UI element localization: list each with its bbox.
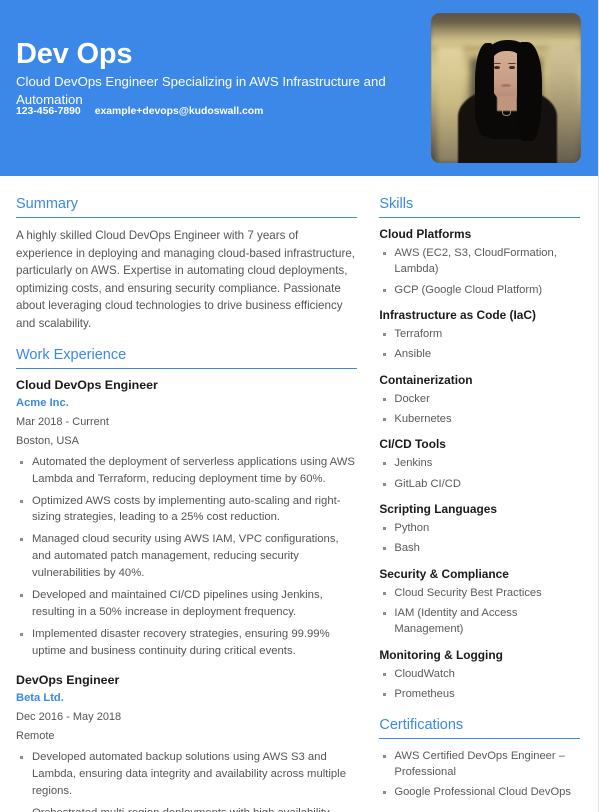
skill-group: CI/CD Tools Jenkins GitLab CI/CD <box>379 437 580 492</box>
photo-eyebrow-right <box>508 62 516 65</box>
section-certifications: Certifications AWS Certified DevOps Engi… <box>379 717 580 801</box>
job-location: Remote <box>16 729 55 742</box>
certification-list: AWS Certified DevOps Engineer – Professi… <box>379 748 580 801</box>
photo-eyebrow-left <box>493 62 501 65</box>
photo-neck <box>497 95 517 111</box>
skill-item: GCP (Google Cloud Platform) <box>379 282 580 298</box>
skill-item: AWS (EC2, S3, CloudFormation, Lambda) <box>379 245 580 278</box>
certification-item: Google Professional Cloud DevOps <box>379 784 580 800</box>
skill-group: Infrastructure as Code (IaC) Terraform A… <box>379 308 580 363</box>
header-banner: Dev Ops Cloud DevOps Engineer Specializi… <box>0 0 598 176</box>
photo-hair-strand-left <box>474 43 494 136</box>
section-work-experience: Work Experience Cloud DevOps Engineer Ac… <box>16 346 358 812</box>
skill-item: IAM (Identity and Access Management) <box>379 605 580 638</box>
skill-item-list: Docker Kubernetes <box>379 391 580 428</box>
contact-email[interactable]: example+devops@kudoswall.com <box>95 106 264 117</box>
skill-group: Scripting Languages Python Bash <box>379 502 580 557</box>
skill-item: Ansible <box>379 346 580 362</box>
summary-heading: Summary <box>16 196 79 212</box>
skill-group-title: Infrastructure as Code (IaC) <box>379 308 536 323</box>
job-bullet: Implemented disaster recovery strategies… <box>16 626 357 660</box>
job-dates: Dec 2016 - May 2018 <box>16 710 122 723</box>
candidate-name: Dev Ops <box>16 38 133 70</box>
skill-group: Monitoring & Logging CloudWatch Promethe… <box>379 648 580 703</box>
job-bullet: Developed automated backup solutions usi… <box>16 749 357 800</box>
section-summary: Summary A highly skilled Cloud DevOps En… <box>16 196 358 333</box>
job-title: Cloud DevOps Engineer <box>16 377 158 392</box>
skill-item: Jenkins <box>379 455 580 471</box>
skill-group-title: Scripting Languages <box>379 502 497 517</box>
photo-hair-strand-right <box>516 41 542 141</box>
job-bullet: Optimized AWS costs by implementing auto… <box>16 493 357 527</box>
portrait-photo <box>431 13 581 163</box>
job-entry: Cloud DevOps Engineer Acme Inc. Mar 2018… <box>16 378 357 660</box>
skill-group: Containerization Docker Kubernetes <box>379 373 580 428</box>
job-bullet: Orchestrated multi-region deployments wi… <box>16 805 357 812</box>
skill-item-list: Cloud Security Best Practices IAM (Ident… <box>379 585 580 638</box>
skill-item: Cloud Security Best Practices <box>379 585 580 601</box>
contact-phone[interactable]: 123-456-7890 <box>16 106 81 117</box>
summary-text: A highly skilled Cloud DevOps Engineer w… <box>16 229 356 331</box>
job-bullet: Managed cloud security using AWS IAM, VP… <box>16 531 357 582</box>
certifications-heading: Certifications <box>379 716 464 733</box>
candidate-headline: Cloud DevOps Engineer Specializing in AW… <box>16 74 386 107</box>
job-dates: Mar 2018 - Current <box>16 415 109 428</box>
photo-necklace <box>501 109 511 116</box>
job-company[interactable]: Beta Ltd. <box>16 692 357 704</box>
photo-lips <box>500 83 512 88</box>
work-experience-heading: Work Experience <box>16 346 127 363</box>
contact-row: 123-456-7890 example+devops@kudoswall.co… <box>16 106 263 117</box>
skill-group-title: Cloud Platforms <box>379 227 472 241</box>
summary-divider <box>16 217 358 218</box>
header-text-block: Dev Ops Cloud DevOps Engineer Specializi… <box>16 38 426 108</box>
skill-group-title: Monitoring & Logging <box>379 647 503 662</box>
skill-item: Python <box>379 520 580 536</box>
skill-item: CloudWatch <box>379 666 580 682</box>
job-bullet: Automated the deployment of serverless a… <box>16 454 357 488</box>
resume-page: Dev Ops Cloud DevOps Engineer Specializi… <box>0 0 599 812</box>
job-company[interactable]: Acme Inc. <box>16 397 357 409</box>
job-bullet: Developed and maintained CI/CD pipelines… <box>16 587 357 621</box>
certification-item: AWS Certified DevOps Engineer – Professi… <box>379 748 580 781</box>
skill-item-list: Python Bash <box>379 520 580 557</box>
right-column: Skills Cloud Platforms AWS (EC2, S3, Clo… <box>373 176 598 812</box>
skill-group: Security & Compliance Cloud Security Bes… <box>379 567 580 638</box>
job-bullet-list: Automated the deployment of serverless a… <box>16 454 357 660</box>
skill-item: Terraform <box>379 326 580 342</box>
skills-heading: Skills <box>379 196 414 212</box>
skill-item-list: Jenkins GitLab CI/CD <box>379 455 580 492</box>
job-bullet-list: Developed automated backup solutions usi… <box>16 749 357 812</box>
skill-item: GitLab CI/CD <box>379 476 580 492</box>
skill-item-list: CloudWatch Prometheus <box>379 666 580 703</box>
job-title: DevOps Engineer <box>16 672 120 687</box>
section-skills: Skills Cloud Platforms AWS (EC2, S3, Clo… <box>379 196 580 703</box>
skill-group-title: Security & Compliance <box>379 566 509 581</box>
left-column: Summary A highly skilled Cloud DevOps En… <box>0 176 373 812</box>
resume-body: Summary A highly skilled Cloud DevOps En… <box>0 176 598 812</box>
certifications-divider <box>379 737 580 739</box>
skill-item: Bash <box>379 540 580 556</box>
skill-item-list: Terraform Ansible <box>379 326 580 363</box>
skill-group-title: Containerization <box>379 372 473 387</box>
skill-item: Docker <box>379 391 580 407</box>
skill-item-list: AWS (EC2, S3, CloudFormation, Lambda) GC… <box>379 245 580 298</box>
skill-group-title: CI/CD Tools <box>379 437 446 452</box>
job-entry: DevOps Engineer Beta Ltd. Dec 2016 - May… <box>16 673 357 812</box>
skills-divider <box>379 217 580 218</box>
skill-group: Cloud Platforms AWS (EC2, S3, CloudForma… <box>379 227 580 298</box>
skill-item: Kubernetes <box>379 411 580 427</box>
work-experience-divider <box>16 367 358 369</box>
job-location: Boston, USA <box>16 434 79 447</box>
skill-item: Prometheus <box>379 686 580 702</box>
